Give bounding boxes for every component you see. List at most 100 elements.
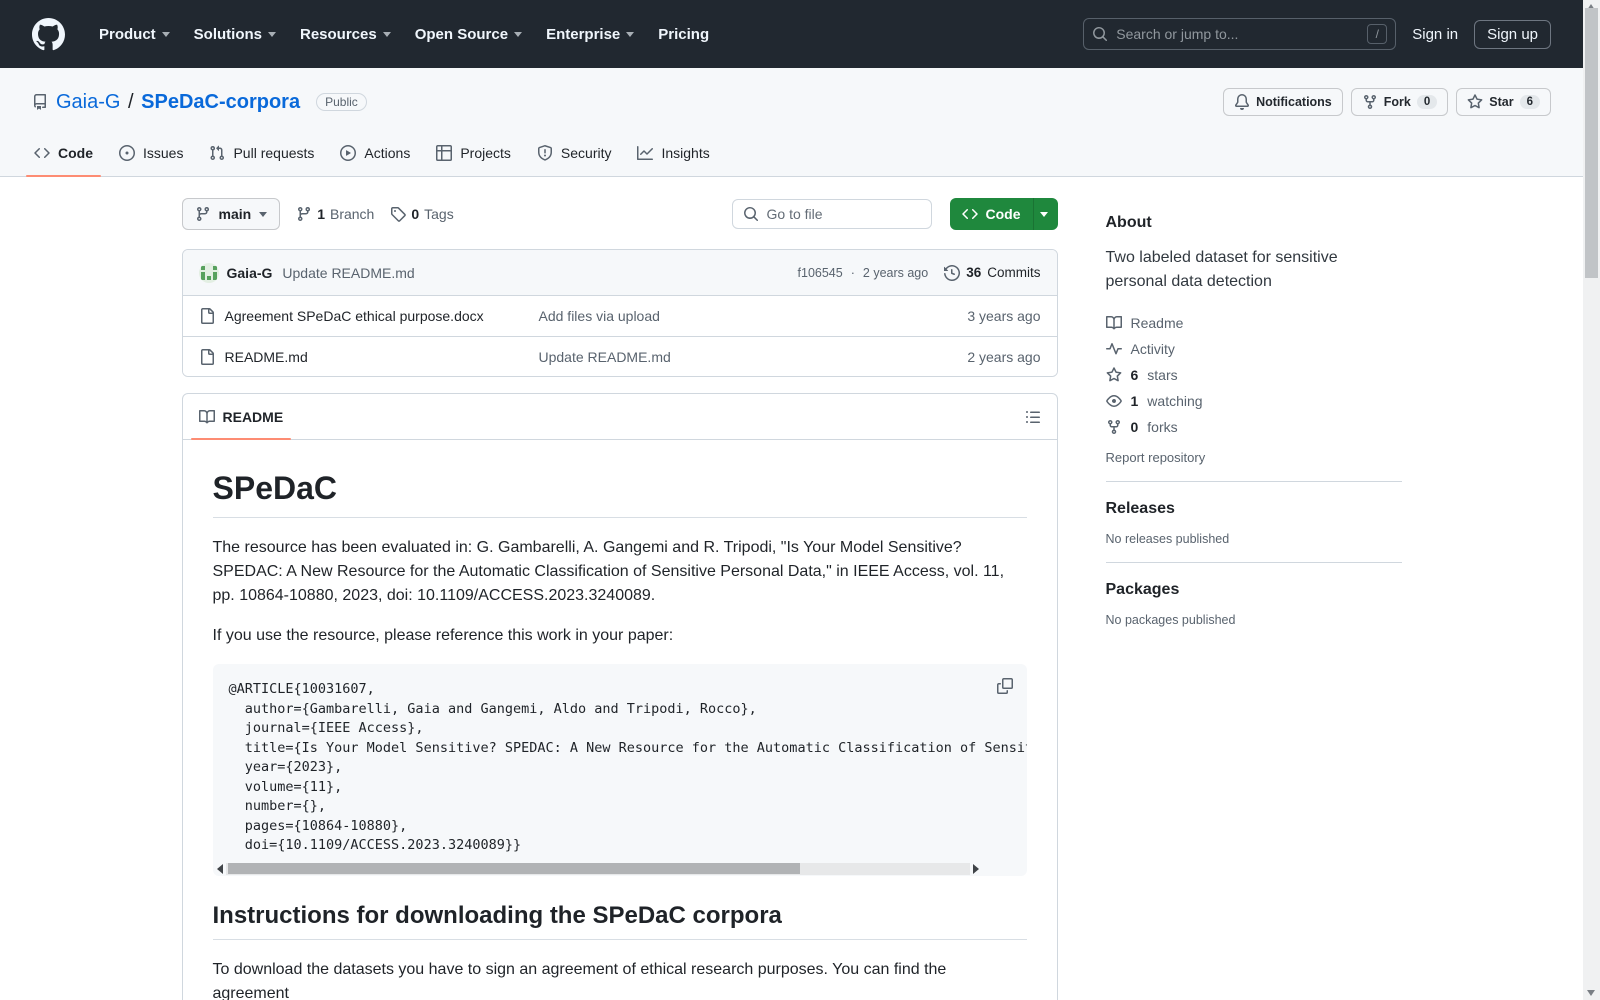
tags-link[interactable]: 0 Tags [390,206,453,222]
forks-link[interactable]: 0 forks [1106,414,1402,440]
code-icon [34,145,50,161]
avatar[interactable] [199,263,219,283]
releases-empty-text: No releases published [1106,532,1402,546]
scroll-left-arrow[interactable] [217,864,223,874]
go-to-file-box[interactable] [732,199,932,229]
file-browser: Gaia-G Update README.md f106545 · 2 year… [182,249,1058,377]
eye-icon [1106,393,1122,409]
nav-enterprise[interactable]: Enterprise [534,18,646,51]
readme-paragraph: To download the datasets you have to sig… [213,958,1027,1000]
fork-count[interactable]: 0 [1417,95,1437,109]
activity-link-label: Activity [1131,341,1175,357]
table-row[interactable]: README.md Update README.md 2 years ago [183,336,1057,376]
notifications-button[interactable]: Notifications [1223,88,1343,116]
file-name-link[interactable]: README.md [225,349,308,365]
visibility-badge: Public [316,93,367,111]
code-dropdown-caret[interactable] [1033,198,1058,230]
nav-open-source[interactable]: Open Source [403,18,534,51]
copy-button[interactable] [993,674,1017,698]
repo-owner-link[interactable]: Gaia-G [56,91,120,113]
nav-pricing[interactable]: Pricing [646,18,721,51]
commit-message-link[interactable]: Update README.md [282,265,414,281]
tab-projects[interactable]: Projects [426,130,521,176]
file-commit-time: 2 years ago [891,349,1041,365]
commit-time[interactable]: 2 years ago [863,266,928,280]
tab-actions[interactable]: Actions [330,130,420,176]
tab-security[interactable]: Security [527,130,622,176]
scroll-thumb[interactable] [228,863,801,874]
code-block: @ARTICLE{10031607, author={Gambarelli, G… [213,664,1027,876]
branch-count-label: Branch [330,206,374,222]
code-horizontal-scrollbar[interactable] [217,862,979,876]
nav-resources[interactable]: Resources [288,18,403,51]
tab-actions-label: Actions [364,145,410,161]
readme-link[interactable]: Readme [1106,310,1402,336]
nav-pricing-label: Pricing [658,26,709,43]
repo-name-link[interactable]: SPeDaC-corpora [141,91,300,113]
sign-up-button[interactable]: Sign up [1474,20,1551,49]
outline-button[interactable] [1025,409,1041,425]
table-row[interactable]: Agreement SPeDaC ethical purpose.docx Ad… [183,296,1057,336]
code-download-button[interactable]: Code [950,198,1058,230]
scroll-thumb[interactable] [1585,8,1598,278]
chevron-down-icon [514,32,522,37]
readme-title: SPeDaC [213,470,1027,518]
github-logo[interactable] [32,18,65,51]
star-label: Star [1489,95,1513,109]
activity-link[interactable]: Activity [1106,336,1402,362]
tab-issues-label: Issues [143,145,183,161]
bibtex-citation: @ARTICLE{10031607, author={Gambarelli, G… [213,664,1027,860]
report-repository-link[interactable]: Report repository [1106,450,1402,465]
chevron-down-icon [626,32,634,37]
go-to-file-input[interactable] [767,206,948,222]
packages-section: Packages No packages published [1106,563,1402,643]
bell-icon [1234,94,1250,110]
tab-insights[interactable]: Insights [627,130,719,176]
branches-link[interactable]: 1 Branch [296,206,374,222]
packages-title: Packages [1106,581,1402,599]
releases-section: Releases No releases published [1106,482,1402,563]
commit-author-link[interactable]: Gaia-G [227,265,273,281]
watching-link[interactable]: 1 watching [1106,388,1402,414]
repo-sidebar: About Two labeled dataset for sensitive … [1106,198,1402,1000]
fork-button[interactable]: Fork 0 [1351,88,1449,116]
scroll-down-arrow[interactable] [1587,990,1595,996]
nav-product[interactable]: Product [87,18,182,51]
tab-issues[interactable]: Issues [109,130,193,176]
stars-link[interactable]: 6 stars [1106,362,1402,388]
git-branch-icon [296,206,312,222]
page-scrollbar[interactable] [1583,0,1600,1000]
commit-count: 36 [966,265,981,280]
tab-code[interactable]: Code [24,130,103,176]
search-box[interactable]: / [1083,18,1396,50]
file-commit-message[interactable]: Update README.md [539,349,891,365]
file-commit-message[interactable]: Add files via upload [539,308,891,324]
branch-selector[interactable]: main [182,198,281,230]
list-unordered-icon [1025,409,1041,425]
about-section: About Two labeled dataset for sensitive … [1106,204,1402,482]
scroll-track[interactable] [226,863,970,875]
scroll-right-arrow[interactable] [973,864,979,874]
readme-tab[interactable]: README [191,394,292,439]
triangle-down-icon [259,212,267,217]
commit-history-link[interactable]: 36 Commits [944,265,1040,281]
breadcrumb: Gaia-G / SPeDaC-corpora [56,91,300,114]
repo-icon [32,94,48,110]
commit-count-label: Commits [987,265,1040,280]
shield-icon [537,145,553,161]
search-input[interactable] [1116,26,1367,42]
tab-projects-label: Projects [460,145,511,161]
tag-count: 0 [411,206,419,222]
tag-icon [390,206,406,222]
file-name-link[interactable]: Agreement SPeDaC ethical purpose.docx [225,308,484,324]
commit-sha-link[interactable]: f106545 [798,266,843,280]
star-button[interactable]: Star 6 [1456,88,1551,116]
sign-in-link[interactable]: Sign in [1412,26,1458,43]
star-count[interactable]: 6 [1520,95,1540,109]
latest-commit-bar: Gaia-G Update README.md f106545 · 2 year… [183,250,1057,296]
about-title: About [1106,214,1402,232]
readme-link-label: Readme [1131,315,1184,331]
tab-code-label: Code [58,145,93,161]
nav-solutions[interactable]: Solutions [182,18,288,51]
tab-pull-requests[interactable]: Pull requests [199,130,324,176]
